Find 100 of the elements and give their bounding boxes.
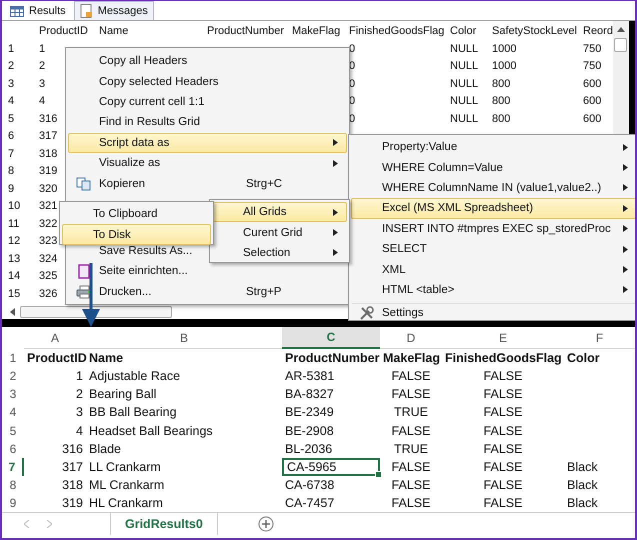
scrollbar-thumb[interactable] bbox=[614, 38, 628, 52]
row-number[interactable]: 1 bbox=[2, 349, 24, 368]
spreadsheet-cell: TRUE bbox=[394, 405, 428, 420]
menu-item[interactable]: HTML <table> bbox=[351, 280, 635, 300]
grid-cell: NULL bbox=[450, 95, 478, 108]
grid-cell: 316 bbox=[39, 112, 58, 125]
spreadsheet-cell: 317 bbox=[62, 460, 83, 474]
grid-cell: 1 bbox=[39, 42, 46, 55]
menu-item[interactable]: WHERE Column=Value bbox=[351, 157, 635, 178]
spreadsheet-cell: TRUE bbox=[394, 442, 428, 456]
spreadsheet-cell: Black bbox=[567, 496, 598, 510]
spreadsheet-cell: 319 bbox=[62, 496, 83, 510]
spreadsheet-cell: MakeFlag bbox=[383, 351, 440, 365]
spreadsheet-cell: FALSE bbox=[484, 496, 522, 510]
row-number: 10 bbox=[8, 200, 20, 212]
row-number: 3 bbox=[8, 78, 14, 90]
grid-cell: NULL bbox=[450, 60, 478, 72]
row-number[interactable]: 4 bbox=[2, 403, 24, 422]
column-letter[interactable]: B bbox=[86, 327, 282, 349]
grid-cell: 321 bbox=[39, 200, 58, 212]
menu-item[interactable]: To Clipboard bbox=[62, 204, 211, 224]
results-tab[interactable]: Messages bbox=[74, 1, 154, 20]
menu-item[interactable]: Kopieren Strg+C bbox=[68, 173, 347, 194]
fill-handle[interactable] bbox=[375, 470, 382, 478]
row-number[interactable]: 5 bbox=[2, 422, 24, 440]
grid-cell: 800 bbox=[492, 112, 510, 125]
spreadsheet-cell: FALSE bbox=[484, 442, 522, 456]
spreadsheet-cell: FinishedGoodsFlag bbox=[445, 351, 562, 365]
row-number: 6 bbox=[8, 130, 14, 142]
menu-item[interactable]: Find in Results Grid bbox=[68, 112, 347, 133]
column-letter[interactable]: E bbox=[442, 327, 564, 349]
menu-item[interactable]: Property:Value bbox=[351, 137, 635, 158]
menu-item[interactable]: Seite einrichten... bbox=[68, 261, 347, 282]
menu-item[interactable]: To Disk bbox=[62, 224, 211, 245]
spreadsheet-cell: FALSE bbox=[484, 387, 522, 402]
menu-item[interactable]: Copy current cell 1:1 bbox=[68, 92, 347, 112]
row-number[interactable]: 9 bbox=[2, 494, 24, 512]
spreadsheet-cell: Blade bbox=[89, 442, 121, 456]
menu-item[interactable]: SELECT bbox=[351, 238, 635, 260]
row-number: 9 bbox=[8, 182, 14, 195]
sheet-tab[interactable]: GridResults0 bbox=[110, 513, 218, 536]
row-number: 7 bbox=[8, 148, 14, 160]
row-number[interactable]: 6 bbox=[2, 440, 24, 458]
grid-cell: 324 bbox=[39, 252, 58, 265]
menu-item[interactable]: XML bbox=[351, 259, 635, 280]
menu-item[interactable]: Drucken... Strg+P bbox=[68, 282, 347, 302]
add-sheet-icon[interactable] bbox=[258, 516, 274, 532]
scrollbar-thumb[interactable] bbox=[20, 306, 172, 318]
row-number[interactable]: 3 bbox=[2, 385, 24, 404]
spreadsheet-cell: FALSE bbox=[392, 369, 430, 384]
down-arrow bbox=[81, 263, 101, 327]
spreadsheet-cell: CA-6738 bbox=[285, 478, 334, 492]
row-number: 8 bbox=[8, 165, 14, 178]
row-number: 1 bbox=[8, 42, 14, 55]
grid-cell: 319 bbox=[39, 165, 58, 178]
menu-item[interactable]: Copy all Headers bbox=[68, 51, 347, 72]
column-letter[interactable]: D bbox=[380, 327, 442, 349]
spreadsheet-cell: Black bbox=[567, 460, 598, 474]
spreadsheet-cell: FALSE bbox=[484, 460, 522, 474]
page-icon bbox=[77, 264, 91, 279]
spreadsheet-cell: 318 bbox=[62, 478, 83, 492]
grid-cell: NULL bbox=[450, 112, 478, 125]
printer-icon bbox=[76, 284, 92, 299]
spreadsheet-cell: LL Crankarm bbox=[89, 460, 161, 474]
grid-cell: 3 bbox=[39, 78, 46, 90]
menu-item[interactable]: Selection bbox=[212, 242, 347, 264]
row-number: 14 bbox=[8, 270, 20, 282]
grid-cell: 325 bbox=[39, 270, 58, 282]
menu-item[interactable]: INSERT INTO #tmpres EXEC sp_storedProc bbox=[351, 218, 635, 239]
column-letter[interactable]: F bbox=[564, 327, 635, 349]
column-header: Name bbox=[99, 25, 128, 37]
spreadsheet-cell: Name bbox=[89, 351, 124, 365]
grid-cell: 323 bbox=[39, 235, 58, 248]
menu-item[interactable]: All Grids bbox=[212, 202, 347, 222]
spreadsheet-cell: CA-5965 bbox=[287, 460, 336, 474]
grid-cell: 1000 bbox=[492, 60, 516, 72]
column-header: ProductID bbox=[39, 25, 88, 37]
column-letter[interactable]: C bbox=[282, 327, 380, 349]
grid-cell: 750 bbox=[583, 42, 602, 55]
spreadsheet-cell: 2 bbox=[76, 387, 83, 402]
menu-item[interactable]: Visualize as bbox=[68, 152, 347, 174]
menu-item[interactable]: Curent Grid bbox=[212, 222, 347, 243]
column-letter[interactable]: A bbox=[24, 327, 86, 349]
menu-item[interactable]: Script data as bbox=[68, 132, 347, 153]
column-header: Color bbox=[450, 25, 476, 37]
spreadsheet-cell: Adjustable Race bbox=[89, 369, 180, 384]
spreadsheet-cell: FALSE bbox=[484, 405, 522, 420]
grid-cell: 318 bbox=[39, 148, 58, 160]
row-number[interactable]: 7 bbox=[2, 458, 24, 476]
column-header: FinishedGoodsFlag bbox=[349, 25, 444, 37]
menu-item[interactable]: WHERE ColumnName IN (value1,value2..) bbox=[351, 178, 635, 198]
menu-item[interactable]: Copy selected Headers bbox=[68, 71, 347, 92]
spreadsheet-cell: 1 bbox=[76, 369, 83, 384]
row-number[interactable]: 8 bbox=[2, 476, 24, 494]
spreadsheet-cell: FALSE bbox=[392, 478, 430, 492]
grid-cell: 4 bbox=[39, 95, 46, 108]
spreadsheet-cell: CA-7457 bbox=[285, 496, 334, 510]
menu-item[interactable]: Excel (MS XML Spreadsheet) bbox=[351, 198, 635, 219]
row-number[interactable]: 2 bbox=[2, 367, 24, 386]
grid-cell: 800 bbox=[492, 78, 510, 90]
